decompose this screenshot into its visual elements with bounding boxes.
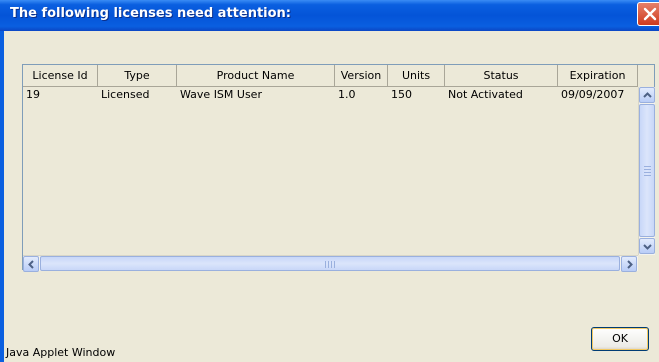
horizontal-scrollbar[interactable]: [23, 255, 638, 272]
cell-expiration: 09/09/2007: [561, 88, 625, 101]
vertical-scrollbar[interactable]: [638, 87, 655, 255]
arrow-right-icon: [627, 260, 633, 269]
cell-status: Not Activated: [448, 88, 523, 101]
scroll-right-button[interactable]: [621, 256, 637, 272]
window-frame-left: [0, 31, 4, 362]
column-header-status[interactable]: Status: [445, 65, 558, 87]
table-row[interactable]: 19 Licensed Wave ISM User 1.0 150 Not Ac…: [23, 87, 638, 103]
cell-version: 1.0: [338, 88, 356, 101]
arrow-left-icon: [28, 260, 34, 269]
column-header-license-id[interactable]: License Id: [23, 65, 98, 87]
table-body: 19 Licensed Wave ISM User 1.0 150 Not Ac…: [23, 87, 638, 255]
arrow-down-icon: [643, 244, 652, 250]
close-icon: [643, 7, 657, 21]
close-button[interactable]: [637, 2, 659, 26]
cell-product-name: Wave ISM User: [180, 88, 262, 101]
scrollbar-corner: [638, 255, 655, 271]
title-bar[interactable]: The following licenses need attention:: [0, 0, 659, 31]
vertical-scroll-thumb[interactable]: [639, 104, 655, 237]
applet-status-text: Java Applet Window: [6, 346, 116, 359]
licenses-table: License Id Type Product Name Version Uni…: [22, 64, 655, 272]
cell-license-id: 19: [26, 88, 40, 101]
license-dialog: The following licenses need attention: L…: [0, 0, 659, 362]
scroll-up-button[interactable]: [639, 87, 655, 103]
column-header-product-name[interactable]: Product Name: [177, 65, 335, 87]
column-header-type[interactable]: Type: [98, 65, 177, 87]
table-header: License Id Type Product Name Version Uni…: [23, 65, 638, 87]
arrow-up-icon: [643, 92, 652, 98]
horizontal-scroll-thumb[interactable]: [40, 256, 620, 271]
cell-units: 150: [391, 88, 412, 101]
scroll-left-button[interactable]: [23, 256, 39, 272]
column-header-version[interactable]: Version: [335, 65, 388, 87]
cell-type: Licensed: [101, 88, 150, 101]
window-title: The following licenses need attention:: [10, 6, 292, 21]
ok-button[interactable]: OK: [591, 327, 649, 351]
scroll-down-button[interactable]: [639, 238, 655, 254]
column-header-expiration[interactable]: Expiration: [558, 65, 638, 87]
column-header-units[interactable]: Units: [388, 65, 445, 87]
